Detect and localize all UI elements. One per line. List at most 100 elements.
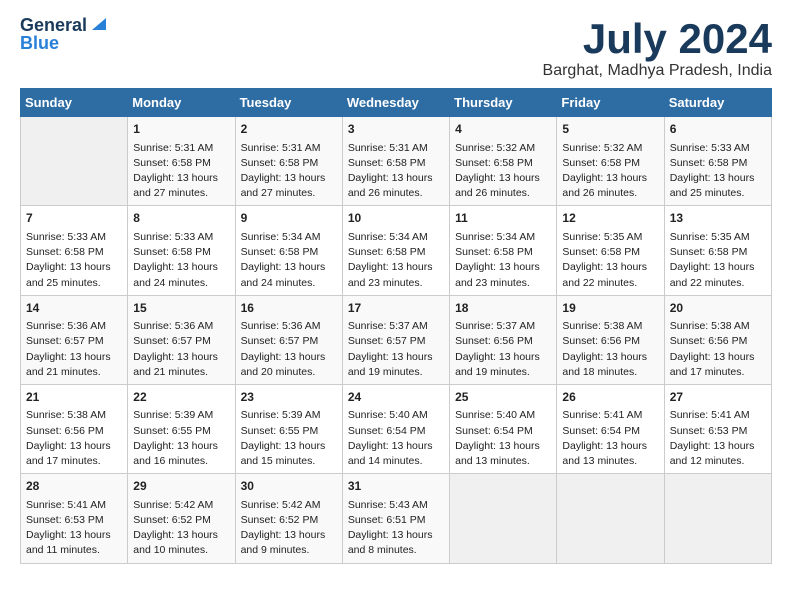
cell-info-line: and 22 minutes.	[562, 276, 658, 291]
day-number: 29	[133, 478, 229, 495]
cell-info-line: Sunrise: 5:31 AM	[348, 141, 444, 156]
cell-info-line: and 10 minutes.	[133, 543, 229, 558]
cell-info-line: Daylight: 13 hours	[241, 171, 337, 186]
cell-info-line: Daylight: 13 hours	[348, 260, 444, 275]
calendar-cell: 27Sunrise: 5:41 AMSunset: 6:53 PMDayligh…	[664, 384, 771, 473]
cell-info-line: Sunset: 6:58 PM	[562, 245, 658, 260]
day-number: 8	[133, 210, 229, 227]
cell-info-line: Daylight: 13 hours	[241, 350, 337, 365]
cell-info-line: and 15 minutes.	[241, 454, 337, 469]
calendar-cell: 2Sunrise: 5:31 AMSunset: 6:58 PMDaylight…	[235, 117, 342, 206]
cell-info-line: Sunset: 6:56 PM	[455, 334, 551, 349]
calendar-day-header: Wednesday	[342, 89, 449, 117]
calendar-table: SundayMondayTuesdayWednesdayThursdayFrid…	[20, 88, 772, 563]
day-number: 10	[348, 210, 444, 227]
cell-info-line: and 18 minutes.	[562, 365, 658, 380]
cell-info-line: and 24 minutes.	[241, 276, 337, 291]
calendar-cell	[664, 474, 771, 563]
logo: General Blue	[20, 16, 106, 52]
day-number: 3	[348, 121, 444, 138]
cell-info-line: Sunset: 6:58 PM	[133, 156, 229, 171]
cell-info-line: Daylight: 13 hours	[133, 171, 229, 186]
day-number: 9	[241, 210, 337, 227]
cell-info-line: Sunrise: 5:38 AM	[26, 408, 122, 423]
cell-info-line: Sunset: 6:57 PM	[26, 334, 122, 349]
calendar-cell: 11Sunrise: 5:34 AMSunset: 6:58 PMDayligh…	[450, 206, 557, 295]
calendar-day-header: Saturday	[664, 89, 771, 117]
cell-info-line: Daylight: 13 hours	[348, 439, 444, 454]
cell-info-line: Daylight: 13 hours	[241, 260, 337, 275]
calendar-cell: 30Sunrise: 5:42 AMSunset: 6:52 PMDayligh…	[235, 474, 342, 563]
cell-info-line: Daylight: 13 hours	[455, 439, 551, 454]
cell-info-line: Sunset: 6:54 PM	[348, 424, 444, 439]
calendar-cell	[557, 474, 664, 563]
cell-info-line: and 27 minutes.	[133, 186, 229, 201]
calendar-week-row: 28Sunrise: 5:41 AMSunset: 6:53 PMDayligh…	[21, 474, 772, 563]
cell-info-line: and 17 minutes.	[26, 454, 122, 469]
cell-info-line: and 24 minutes.	[133, 276, 229, 291]
title-block: July 2024 Barghat, Madhya Pradesh, India	[543, 16, 772, 80]
calendar-week-row: 21Sunrise: 5:38 AMSunset: 6:56 PMDayligh…	[21, 384, 772, 473]
cell-info-line: Sunset: 6:52 PM	[241, 513, 337, 528]
cell-info-line: Daylight: 13 hours	[133, 439, 229, 454]
cell-info-line: Sunrise: 5:37 AM	[455, 319, 551, 334]
cell-info-line: Daylight: 13 hours	[241, 439, 337, 454]
calendar-cell: 28Sunrise: 5:41 AMSunset: 6:53 PMDayligh…	[21, 474, 128, 563]
cell-info-line: and 21 minutes.	[133, 365, 229, 380]
cell-info-line: Daylight: 13 hours	[133, 260, 229, 275]
cell-info-line: Sunset: 6:58 PM	[670, 156, 766, 171]
calendar-cell: 19Sunrise: 5:38 AMSunset: 6:56 PMDayligh…	[557, 295, 664, 384]
cell-info-line: Daylight: 13 hours	[133, 528, 229, 543]
day-number: 15	[133, 300, 229, 317]
cell-info-line: Sunset: 6:54 PM	[455, 424, 551, 439]
day-number: 6	[670, 121, 766, 138]
cell-info-line: Sunrise: 5:35 AM	[670, 230, 766, 245]
calendar-cell	[21, 117, 128, 206]
calendar-cell: 10Sunrise: 5:34 AMSunset: 6:58 PMDayligh…	[342, 206, 449, 295]
day-number: 19	[562, 300, 658, 317]
cell-info-line: Sunrise: 5:32 AM	[455, 141, 551, 156]
cell-info-line: and 23 minutes.	[455, 276, 551, 291]
calendar-cell: 14Sunrise: 5:36 AMSunset: 6:57 PMDayligh…	[21, 295, 128, 384]
cell-info-line: and 9 minutes.	[241, 543, 337, 558]
calendar-week-row: 1Sunrise: 5:31 AMSunset: 6:58 PMDaylight…	[21, 117, 772, 206]
cell-info-line: and 26 minutes.	[348, 186, 444, 201]
cell-info-line: Sunrise: 5:40 AM	[455, 408, 551, 423]
cell-info-line: Sunset: 6:58 PM	[455, 156, 551, 171]
cell-info-line: Sunset: 6:58 PM	[241, 245, 337, 260]
cell-info-line: Sunrise: 5:33 AM	[133, 230, 229, 245]
cell-info-line: and 27 minutes.	[241, 186, 337, 201]
cell-info-line: Daylight: 13 hours	[26, 528, 122, 543]
cell-info-line: Sunrise: 5:33 AM	[670, 141, 766, 156]
cell-info-line: Sunset: 6:55 PM	[241, 424, 337, 439]
calendar-cell: 24Sunrise: 5:40 AMSunset: 6:54 PMDayligh…	[342, 384, 449, 473]
cell-info-line: Sunset: 6:53 PM	[26, 513, 122, 528]
cell-info-line: and 13 minutes.	[562, 454, 658, 469]
calendar-day-header: Friday	[557, 89, 664, 117]
day-number: 25	[455, 389, 551, 406]
calendar-cell: 4Sunrise: 5:32 AMSunset: 6:58 PMDaylight…	[450, 117, 557, 206]
cell-info-line: Sunset: 6:55 PM	[133, 424, 229, 439]
cell-info-line: Sunrise: 5:43 AM	[348, 498, 444, 513]
cell-info-line: Sunset: 6:54 PM	[562, 424, 658, 439]
cell-info-line: Daylight: 13 hours	[670, 171, 766, 186]
cell-info-line: and 14 minutes.	[348, 454, 444, 469]
day-number: 18	[455, 300, 551, 317]
cell-info-line: Sunset: 6:58 PM	[241, 156, 337, 171]
cell-info-line: Sunrise: 5:37 AM	[348, 319, 444, 334]
cell-info-line: Sunset: 6:56 PM	[562, 334, 658, 349]
calendar-day-header: Thursday	[450, 89, 557, 117]
cell-info-line: Sunrise: 5:35 AM	[562, 230, 658, 245]
day-number: 30	[241, 478, 337, 495]
calendar-week-row: 7Sunrise: 5:33 AMSunset: 6:58 PMDaylight…	[21, 206, 772, 295]
cell-info-line: Sunset: 6:52 PM	[133, 513, 229, 528]
day-number: 17	[348, 300, 444, 317]
calendar-header-row: SundayMondayTuesdayWednesdayThursdayFrid…	[21, 89, 772, 117]
day-number: 11	[455, 210, 551, 227]
cell-info-line: Daylight: 13 hours	[348, 171, 444, 186]
cell-info-line: Sunset: 6:58 PM	[348, 245, 444, 260]
day-number: 2	[241, 121, 337, 138]
calendar-cell: 12Sunrise: 5:35 AMSunset: 6:58 PMDayligh…	[557, 206, 664, 295]
cell-info-line: Sunset: 6:57 PM	[241, 334, 337, 349]
calendar-cell: 5Sunrise: 5:32 AMSunset: 6:58 PMDaylight…	[557, 117, 664, 206]
